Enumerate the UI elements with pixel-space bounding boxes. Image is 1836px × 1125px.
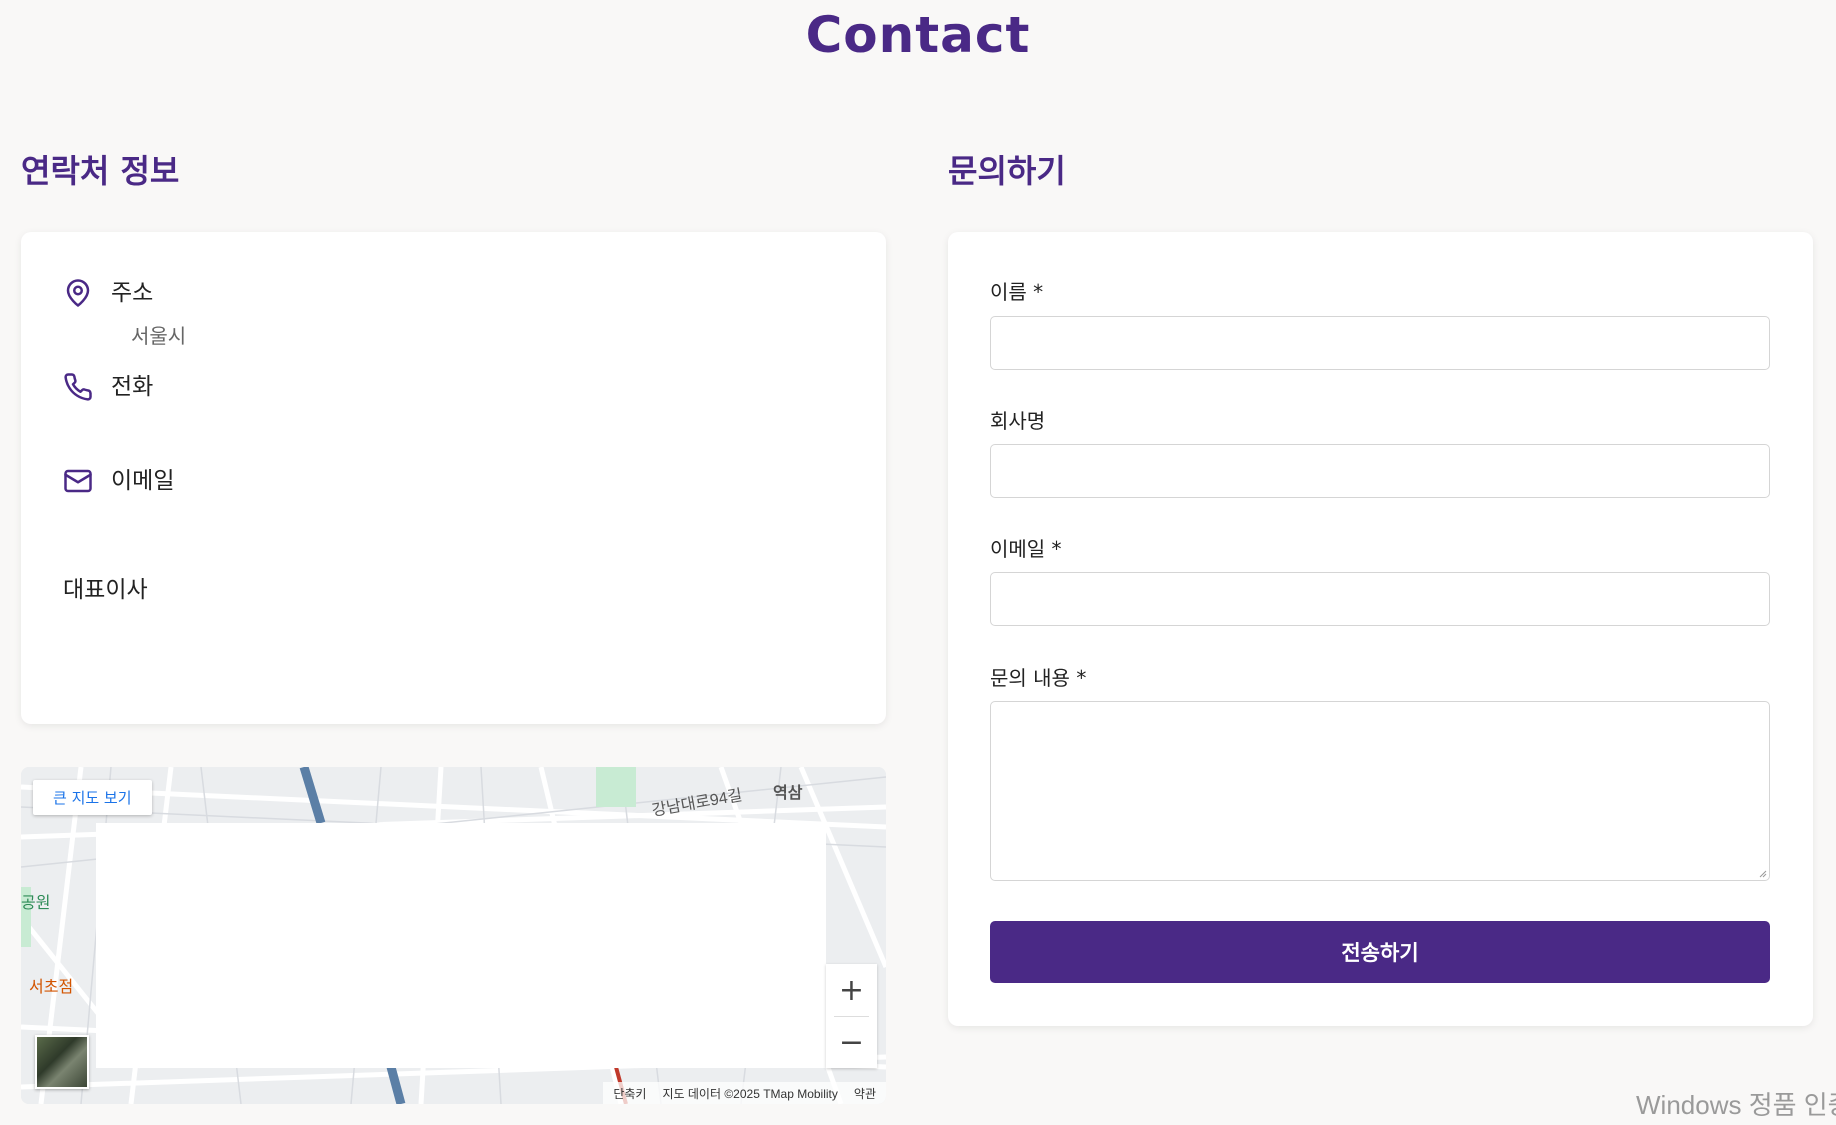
submit-button[interactable]: 전송하기: [990, 921, 1770, 983]
message-textarea[interactable]: [990, 701, 1770, 881]
email-row: 이메일: [63, 464, 174, 498]
company-input[interactable]: [990, 444, 1770, 498]
map-terms-link[interactable]: 약관: [854, 1085, 876, 1102]
map-blank-area: [96, 823, 826, 1068]
map-label-branch: 서초점: [29, 979, 74, 996]
map-embed[interactable]: 강남대로94길 역삼 공원 서초점 큰 지도 보기 + − 단축키 지도 데이터…: [21, 767, 886, 1104]
email-input[interactable]: [990, 572, 1770, 626]
email-field-label: 이메일 *: [990, 537, 1062, 561]
map-shortcuts-link[interactable]: 단축키: [613, 1085, 646, 1102]
map-label-park: 공원: [21, 895, 51, 912]
phone-icon: [63, 372, 93, 402]
map-attribution: 단축키 지도 데이터 ©2025 TMap Mobility 약관: [603, 1082, 886, 1104]
resize-handle-icon[interactable]: [1757, 868, 1767, 878]
address-value: 서울시: [131, 324, 187, 348]
ceo-label: 대표이사: [63, 577, 148, 603]
inquiry-heading: 문의하기: [948, 152, 1066, 190]
os-watermark: Windows 정품 인증: [1636, 1090, 1836, 1120]
inquiry-form: 이름 * 회사명 이메일 * 문의 내용 * 전송하기: [948, 232, 1813, 1026]
satellite-toggle[interactable]: [35, 1035, 89, 1089]
phone-row: 전화: [63, 370, 153, 404]
zoom-in-button[interactable]: +: [826, 964, 877, 1016]
company-label: 회사명: [990, 409, 1046, 433]
mail-icon: [63, 466, 93, 496]
address-label: 주소: [111, 280, 154, 306]
map-data-text: 지도 데이터 ©2025 TMap Mobility: [662, 1086, 838, 1101]
contact-info-heading: 연락처 정보: [21, 152, 180, 190]
phone-label: 전화: [111, 374, 154, 400]
map-zoom-control: + −: [826, 964, 877, 1068]
message-label: 문의 내용 *: [990, 666, 1087, 690]
name-label: 이름 *: [990, 280, 1044, 304]
name-input[interactable]: [990, 316, 1770, 370]
view-larger-map-link[interactable]: 큰 지도 보기: [33, 780, 152, 815]
email-label: 이메일: [111, 468, 175, 494]
address-row: 주소: [63, 276, 153, 310]
zoom-out-button[interactable]: −: [826, 1016, 877, 1068]
page-title: Contact: [805, 6, 1031, 64]
map-label-station: 역삼: [773, 785, 803, 802]
map-pin-icon: [63, 278, 93, 308]
contact-info-card: 주소 서울시 전화 이메일 대표이사: [21, 232, 886, 724]
